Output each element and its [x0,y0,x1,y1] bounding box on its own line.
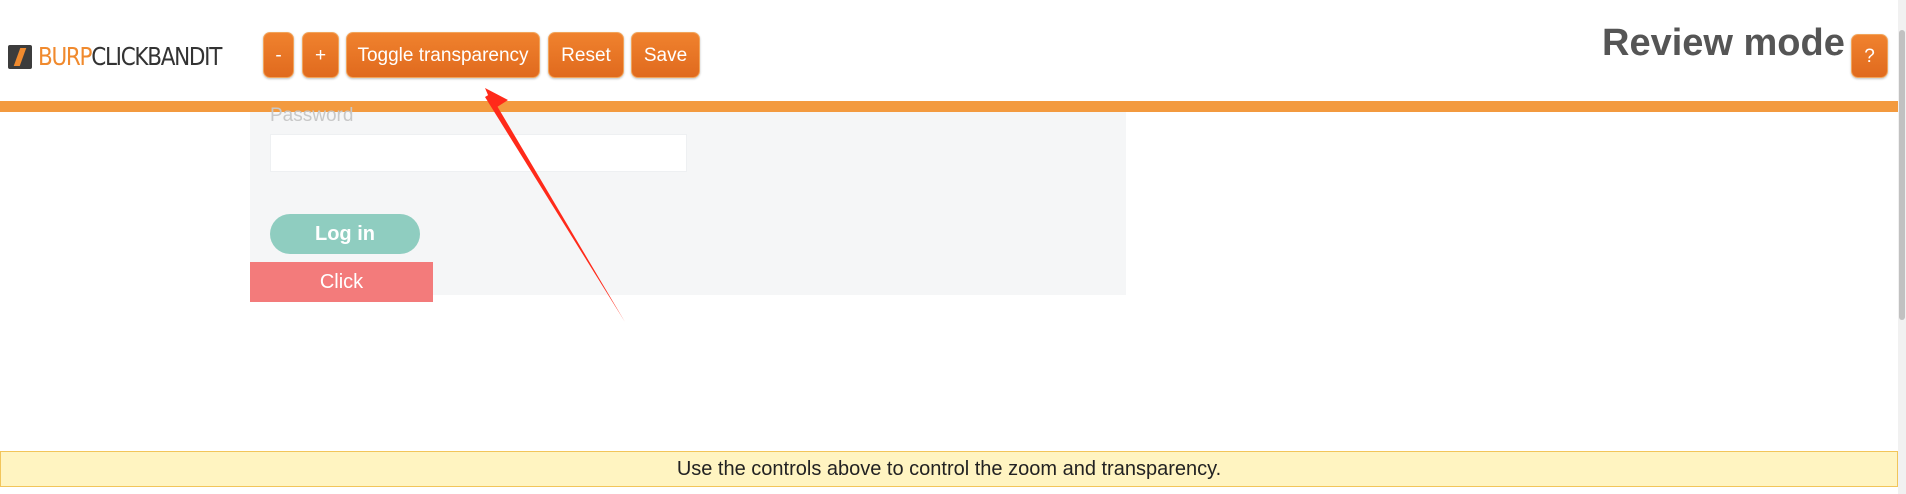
logo-text-burp: BURP [38,42,93,71]
review-mode-title: Review mode [1602,22,1845,64]
burp-clickbandit-logo: BURPCLICKBANDIT [8,42,251,72]
password-field[interactable] [270,134,687,172]
burp-logo-icon [8,45,32,69]
vertical-scrollbar[interactable] [1898,0,1906,494]
instruction-notice: Use the controls above to control the zo… [0,451,1898,487]
zoom-in-button[interactable]: + [302,32,339,78]
logo-text: BURPCLICKBANDIT [38,42,222,72]
toggle-transparency-button[interactable]: Toggle transparency [346,32,540,78]
reset-button[interactable]: Reset [548,32,624,78]
login-button[interactable]: Log in [270,214,420,254]
click-target[interactable]: Click [250,262,433,302]
zoom-out-button[interactable]: - [263,32,294,78]
save-button[interactable]: Save [631,32,700,78]
scrollbar-thumb[interactable] [1899,30,1905,320]
toolbar: BURPCLICKBANDIT - + Toggle transparency … [0,0,1898,100]
password-label: Password [270,105,354,126]
help-button[interactable]: ? [1851,34,1888,78]
logo-text-clickbandit: CLICKBANDIT [91,42,222,71]
